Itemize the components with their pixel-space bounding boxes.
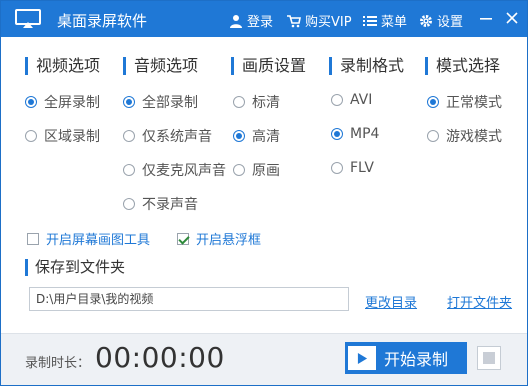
radio-audio-none[interactable]: 不录声音 [123,194,198,214]
radio-label: 高清 [252,129,280,145]
checkbox-label: 开启悬浮框 [196,233,262,248]
radio-mode-game[interactable]: 游戏模式 [427,126,502,146]
radio-indicator [233,96,245,108]
play-icon [348,346,376,370]
radio-fullscreen[interactable]: 全屏录制 [25,92,100,112]
login-label: 登录 [247,15,274,30]
radio-label: 仅麦克风声音 [142,163,226,179]
quality-settings-heading: 画质设置 [231,57,306,75]
radio-label: 全屏录制 [44,95,100,111]
radio-label: 正常模式 [446,95,502,111]
buy-vip-button[interactable]: 购买VIP [287,11,352,30]
radio-indicator [331,128,343,140]
cart-icon [287,14,301,27]
radio-label: FLV [350,160,374,176]
radio-label: 全部录制 [142,95,198,111]
draw-tool-checkbox[interactable]: 开启屏幕画图工具 [27,229,150,248]
checkbox-label: 开启屏幕画图工具 [46,233,151,248]
radio-label: 区域录制 [44,129,100,145]
buy-vip-label: 购买VIP [305,15,352,30]
open-folder-link[interactable]: 打开文件夹 [447,292,512,311]
radio-audio-mic[interactable]: 仅麦克风声音 [123,160,226,180]
radio-label: AVI [350,92,373,108]
radio-label: MP4 [350,126,380,142]
duration-label: 录制时长： [25,356,91,371]
float-box-checkbox[interactable]: 开启悬浮框 [177,229,261,248]
radio-indicator [25,130,37,142]
settings-button[interactable]: 设置 [419,11,463,30]
menu-button[interactable]: 菜单 [363,11,407,30]
radio-indicator [331,162,343,174]
radio-label: 仅系统声音 [142,129,212,145]
radio-label: 原画 [252,163,280,179]
login-button[interactable]: 登录 [229,11,273,30]
settings-label: 设置 [437,15,464,30]
radio-indicator [123,198,135,210]
video-options-heading: 视频选项 [25,57,100,75]
radio-quality-sd[interactable]: 标清 [233,92,280,112]
radio-mode-normal[interactable]: 正常模式 [427,92,502,112]
menu-icon [363,15,377,26]
start-record-button[interactable]: 开始录制 [345,342,467,374]
radio-region[interactable]: 区域录制 [25,126,100,146]
radio-quality-hd[interactable]: 高清 [233,126,280,146]
footer-bar: 录制时长： 00:00:00 开始录制 [1,333,527,385]
gear-icon [420,14,432,27]
radio-format-flv[interactable]: FLV [331,160,374,176]
minimize-icon[interactable] [477,9,495,27]
app-screen-icon [15,9,41,29]
title-bar: 桌面录屏软件 登录 购买VIP 菜单 设置 [1,1,527,37]
save-path-field[interactable]: D:\用户目录\我的视频 [29,287,349,311]
app-window: 桌面录屏软件 登录 购买VIP 菜单 设置 视频选项 音频选项 画质设置 录制格… [0,0,528,386]
radio-format-mp4[interactable]: MP4 [331,126,379,142]
checkbox-box [177,232,189,245]
duration-value: 00:00:00 [95,341,225,374]
checkbox-box [27,232,39,245]
radio-audio-system[interactable]: 仅系统声音 [123,126,212,146]
mode-select-heading: 模式选择 [425,57,500,75]
user-icon [230,14,242,28]
radio-audio-all[interactable]: 全部录制 [123,92,198,112]
radio-indicator [233,130,245,142]
radio-indicator [233,164,245,176]
record-format-heading: 录制格式 [329,57,404,75]
radio-label: 标清 [252,95,280,111]
start-record-label: 开始录制 [384,350,449,369]
radio-indicator [331,94,343,106]
app-title: 桌面录屏软件 [57,12,148,30]
radio-quality-original[interactable]: 原画 [233,160,280,180]
menu-label: 菜单 [381,15,408,30]
stop-icon[interactable] [477,346,501,370]
radio-indicator [123,164,135,176]
radio-indicator [123,96,135,108]
radio-format-avi[interactable]: AVI [331,92,372,108]
save-folder-heading: 保存到文件夹 [25,259,125,276]
radio-indicator [123,130,135,142]
audio-options-heading: 音频选项 [123,57,198,75]
close-icon[interactable] [503,9,521,27]
radio-indicator [25,96,37,108]
radio-indicator [427,130,439,142]
change-dir-link[interactable]: 更改目录 [365,292,417,311]
radio-indicator [427,96,439,108]
radio-label: 不录声音 [142,197,198,213]
radio-label: 游戏模式 [446,129,502,145]
